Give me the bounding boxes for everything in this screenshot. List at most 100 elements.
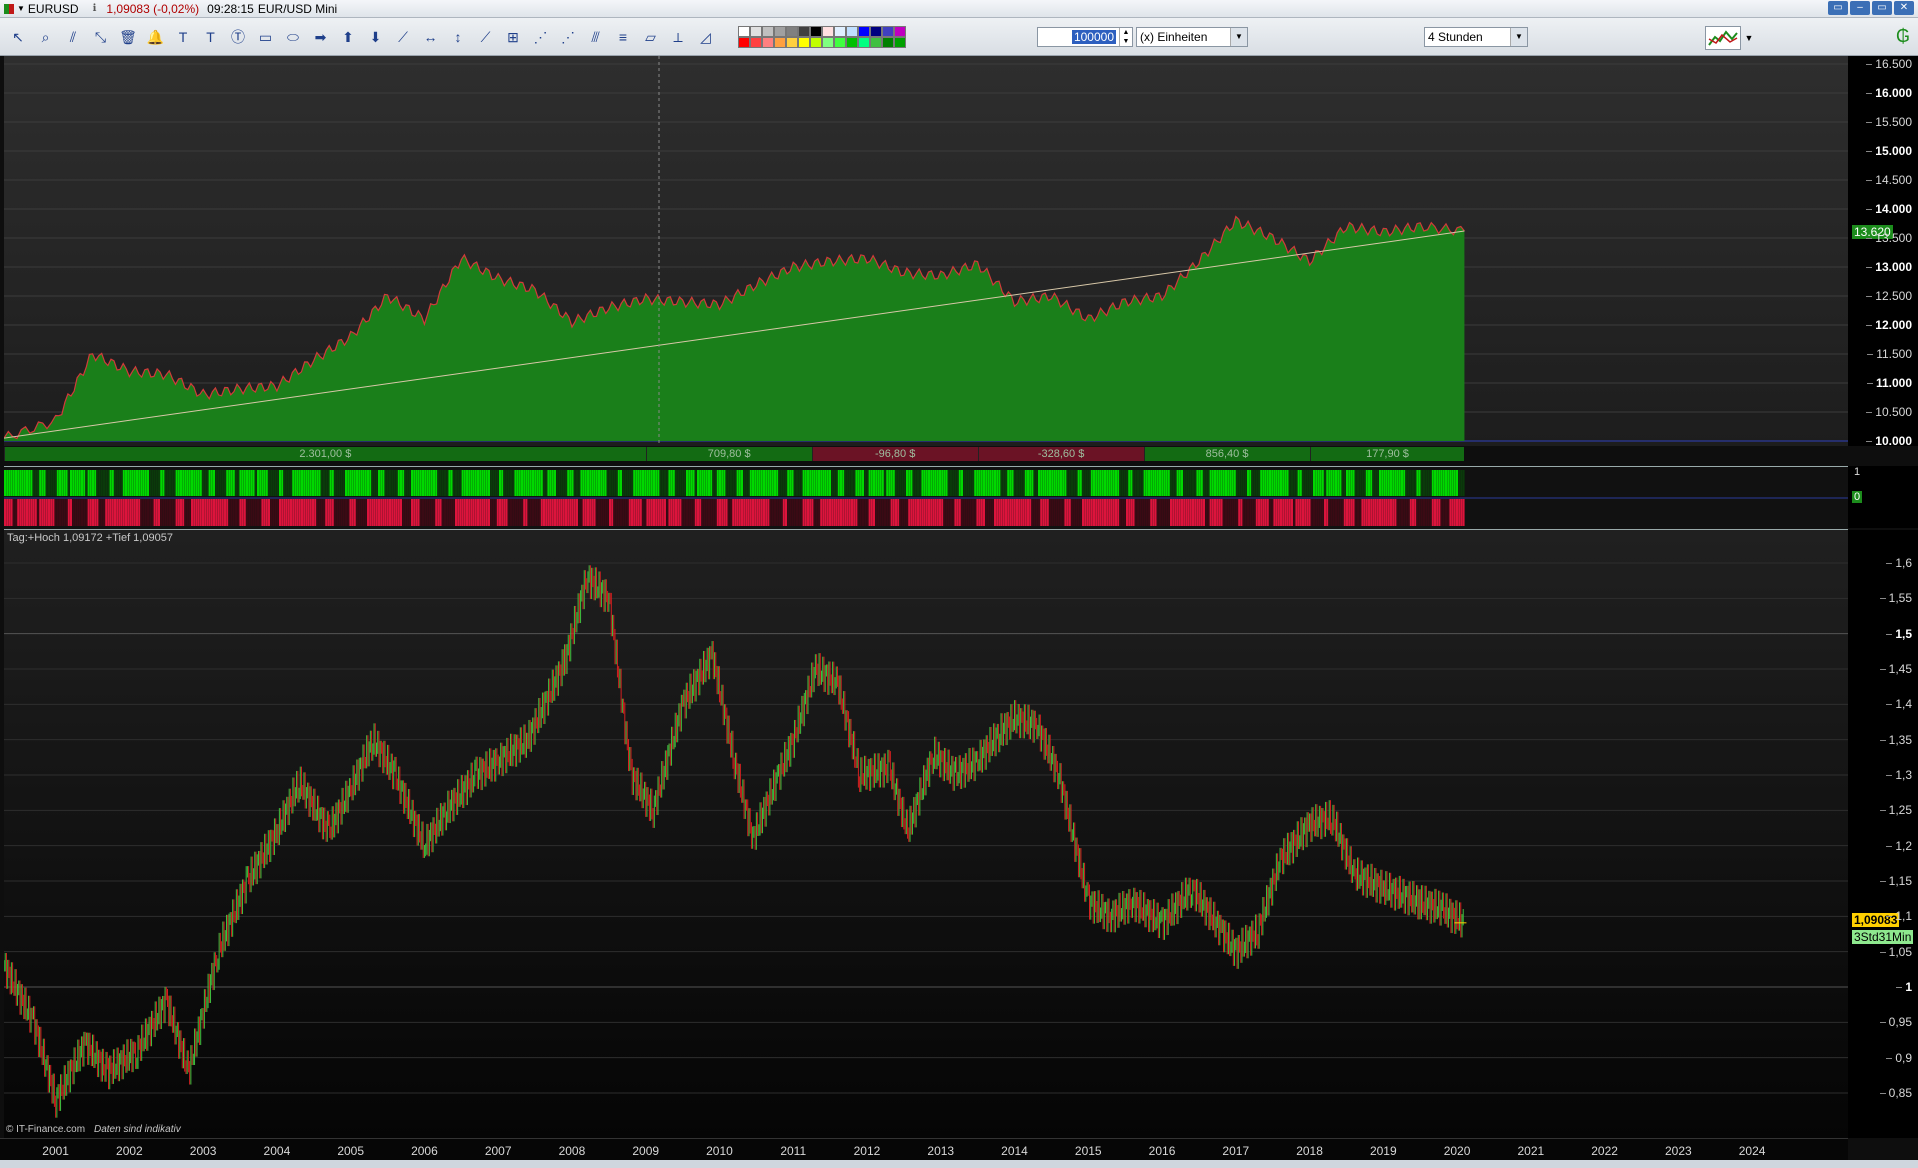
regression-icon[interactable]: ⊞ — [503, 27, 523, 47]
price-panel[interactable]: Tag:+Hoch 1,09172 +Tief 1,09057 © IT-Fin… — [4, 530, 1848, 1138]
close-button[interactable]: ✕ — [1894, 1, 1914, 15]
color-swatch[interactable] — [798, 26, 810, 37]
info-icon[interactable]: ℹ — [93, 3, 97, 14]
color-swatch[interactable] — [846, 26, 858, 37]
alarm-bell-icon[interactable]: 🔔 — [146, 27, 166, 47]
color-swatch[interactable] — [774, 26, 786, 37]
color-swatch[interactable] — [762, 26, 774, 37]
signal-long-bar — [1440, 470, 1443, 496]
color-swatch[interactable] — [810, 26, 822, 37]
color-swatch[interactable] — [870, 37, 882, 48]
color-swatch[interactable] — [750, 37, 762, 48]
color-swatch[interactable] — [834, 37, 846, 48]
text-bubble-icon[interactable]: Ⓣ — [228, 27, 248, 47]
signal-long-bar — [1304, 470, 1307, 496]
signal-panel[interactable] — [4, 466, 1848, 530]
angle-icon[interactable]: ⟂ — [668, 27, 688, 47]
signal-long-bar — [703, 470, 706, 496]
color-swatch[interactable] — [786, 37, 798, 48]
color-swatch[interactable] — [858, 26, 870, 37]
spinner-icon[interactable]: ▲ ▼ — [1119, 28, 1132, 46]
color-swatch[interactable] — [846, 37, 858, 48]
signal-short-bar — [285, 499, 288, 526]
text-icon[interactable]: T — [173, 27, 193, 47]
draw-line-icon[interactable]: ⤡ — [91, 27, 111, 47]
color-swatch[interactable] — [822, 26, 834, 37]
signal-long-bar — [1383, 470, 1386, 496]
signal-short-bar — [912, 499, 915, 526]
color-swatch[interactable] — [894, 37, 906, 48]
color-swatch[interactable] — [786, 26, 798, 37]
color-swatch[interactable] — [738, 37, 750, 48]
signal-short-bar — [985, 499, 988, 526]
interval-select[interactable]: 4 Stunden ▼ — [1424, 27, 1528, 47]
quantity-input[interactable]: 100000 ▲ ▼ — [1037, 27, 1133, 47]
ray-icon[interactable]: ⟋ — [393, 27, 413, 47]
channel-icon[interactable]: ⟋ — [476, 27, 496, 47]
signal-short-bar — [455, 499, 457, 526]
signal-short-bar — [532, 499, 534, 526]
color-swatch[interactable] — [798, 37, 810, 48]
color-swatch[interactable] — [858, 37, 870, 48]
trash-icon[interactable]: 🗑 — [118, 27, 138, 47]
signal-short-bar — [250, 499, 253, 526]
sidebar-toggle-icon[interactable]: ₲ — [1896, 26, 1910, 47]
color-swatch[interactable] — [762, 37, 774, 48]
color-swatch[interactable] — [870, 26, 882, 37]
signal-short-bar — [1462, 499, 1465, 526]
text-box-icon[interactable]: T — [201, 27, 221, 47]
signal-short-bar — [349, 499, 352, 526]
pitchfork-icon[interactable]: ⫻ — [586, 27, 606, 47]
signal-long-bar — [1141, 470, 1144, 496]
signal-short-bar — [1185, 499, 1188, 526]
maximize-button[interactable]: ▭ — [1872, 1, 1892, 15]
triangle-icon[interactable]: ◿ — [696, 27, 716, 47]
signal-short-bar — [734, 499, 737, 526]
cursor-icon[interactable]: ↖ — [8, 27, 28, 47]
signal-long-bar — [1075, 470, 1078, 496]
color-swatch[interactable] — [834, 26, 846, 37]
arrow-up-icon[interactable]: ⬆ — [338, 27, 358, 47]
chart-type-button[interactable] — [1705, 26, 1741, 50]
minimize-button[interactable]: – — [1850, 1, 1870, 15]
unit-select[interactable]: (x) Einheiten ▼ — [1136, 27, 1248, 47]
trendline-icon[interactable]: ⫽ — [63, 27, 83, 47]
color-swatch[interactable] — [810, 37, 822, 48]
color-swatch[interactable] — [894, 26, 906, 37]
color-swatch[interactable] — [882, 26, 894, 37]
symbol-selector[interactable]: ▼ EURUSD — [4, 2, 79, 16]
equity-tick-label: 13.000 — [1866, 260, 1912, 274]
signal-short-bar — [853, 499, 856, 526]
rectangle-icon[interactable]: ▭ — [256, 27, 276, 47]
measure-icon[interactable]: ▱ — [641, 27, 661, 47]
equity-panel[interactable] — [4, 56, 1848, 446]
panel-layout-button[interactable]: ▭ — [1828, 1, 1848, 15]
fib-levels-icon[interactable]: ≡ — [613, 27, 633, 47]
zoom-icon[interactable]: ⌕ — [36, 27, 56, 47]
arrow-right-icon[interactable]: ➡ — [311, 27, 331, 47]
chevron-down-icon[interactable]: ▼ — [1230, 28, 1247, 46]
arrow-down-icon[interactable]: ⬇ — [366, 27, 386, 47]
gann-icon[interactable]: ⋰ — [558, 27, 578, 47]
color-swatch[interactable] — [774, 37, 786, 48]
chart-type-dropdown-icon[interactable]: ▼ — [1742, 26, 1756, 50]
horizontal-line-icon[interactable]: ↔ — [421, 27, 441, 47]
signal-short-bar — [1009, 499, 1012, 526]
fibonacci-icon[interactable]: ⋰ — [531, 27, 551, 47]
polygon-icon[interactable]: ⬭ — [283, 27, 303, 47]
color-swatch[interactable] — [738, 26, 750, 37]
signal-short-bar — [884, 499, 886, 526]
signal-long-bar — [133, 470, 136, 496]
color-swatch[interactable] — [822, 37, 834, 48]
color-swatch[interactable] — [750, 26, 762, 37]
signal-long-bar — [1308, 470, 1311, 496]
signal-long-bar — [1106, 470, 1109, 496]
vertical-line-icon[interactable]: ↕ — [448, 27, 468, 47]
signal-short-bar — [791, 499, 794, 526]
signal-short-bar — [1330, 499, 1333, 526]
signal-long-bar — [646, 470, 649, 496]
chevron-down-icon[interactable]: ▼ — [1510, 28, 1527, 46]
signal-short-bar — [65, 499, 68, 526]
color-swatch[interactable] — [882, 37, 894, 48]
quantity-value[interactable]: 100000 — [1071, 30, 1116, 44]
